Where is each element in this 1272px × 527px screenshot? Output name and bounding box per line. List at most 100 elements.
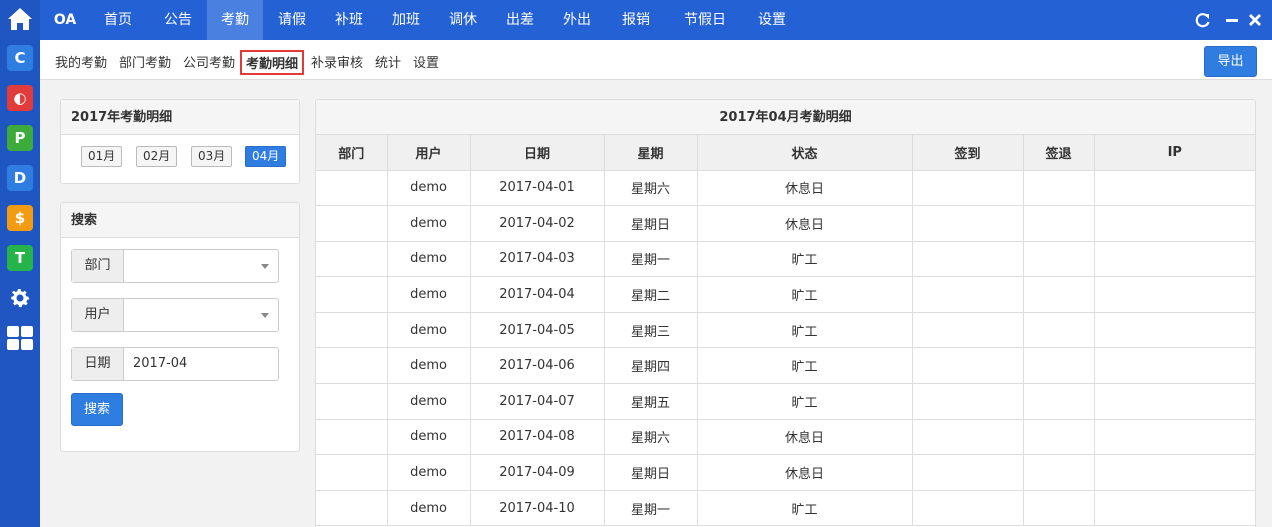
table-cell: 2017-04-07 xyxy=(470,383,605,420)
table-cell xyxy=(316,490,388,527)
search-button[interactable]: 搜索 xyxy=(71,393,123,426)
table-cell xyxy=(1023,454,1095,491)
column-header[interactable]: 部门 xyxy=(316,135,388,171)
nav-item-8[interactable]: 外出 xyxy=(549,0,605,40)
subnav-item-0[interactable]: 我的考勤 xyxy=(55,52,107,71)
column-header[interactable]: 日期 xyxy=(470,135,605,171)
date-label: 日期 xyxy=(72,348,124,380)
table-cell: 星期一 xyxy=(604,490,698,527)
table-cell xyxy=(1094,347,1255,385)
app-icon-6[interactable]: T xyxy=(7,245,33,271)
column-header[interactable]: 星期 xyxy=(604,135,698,171)
nav-item-2[interactable]: 考勤 xyxy=(207,0,263,40)
app-icon-1[interactable]: C xyxy=(7,45,33,71)
table-cell xyxy=(912,383,1024,420)
month-button-2[interactable]: 02月 xyxy=(136,146,178,167)
table-cell xyxy=(1023,241,1095,278)
table-cell xyxy=(1023,312,1095,349)
month-button-3[interactable]: 03月 xyxy=(191,146,233,167)
column-header[interactable]: 签到 xyxy=(912,135,1024,171)
app-icon-5[interactable]: $ xyxy=(7,205,33,231)
table-cell xyxy=(912,419,1024,456)
chevron-down-icon[interactable] xyxy=(261,313,269,318)
table-row[interactable]: demo 2017-04-01 星期六 休息日 xyxy=(316,170,1255,207)
dept-select[interactable]: 部门 xyxy=(71,249,279,283)
app-icon-2[interactable]: ◐ xyxy=(7,85,33,111)
refresh-icon[interactable] xyxy=(1193,10,1213,30)
year-panel: 2017年考勤明细 01月 02月 03月 04月 xyxy=(60,99,300,184)
table-cell: demo xyxy=(387,312,471,349)
grid-icon[interactable] xyxy=(7,326,33,350)
app-icon-3[interactable]: P xyxy=(7,125,33,151)
nav-item-3[interactable]: 请假 xyxy=(264,0,320,40)
nav-item-9[interactable]: 报销 xyxy=(606,0,666,40)
month-button-1[interactable]: 01月 xyxy=(81,146,123,167)
column-header[interactable]: 用户 xyxy=(387,135,471,171)
table-cell: 2017-04-01 xyxy=(470,170,605,207)
table-cell: 星期二 xyxy=(604,276,698,313)
date-input[interactable]: 2017-04 xyxy=(124,348,278,380)
chevron-down-icon[interactable] xyxy=(261,264,269,269)
table-cell: 星期五 xyxy=(604,383,698,420)
column-header[interactable]: IP xyxy=(1094,135,1255,171)
nav-item-5[interactable]: 加班 xyxy=(378,0,434,40)
table-cell xyxy=(1094,205,1255,242)
table-cell: 2017-04-05 xyxy=(470,312,605,349)
table-cell: demo xyxy=(387,347,471,385)
table-cell: demo xyxy=(387,383,471,420)
subnav-item-4[interactable]: 补录审核 xyxy=(311,52,363,71)
nav-item-0[interactable]: 首页 xyxy=(90,0,146,40)
nav-item-10[interactable]: 节假日 xyxy=(667,0,743,40)
table-row[interactable]: demo 2017-04-05 星期三 旷工 xyxy=(316,312,1255,349)
column-header[interactable]: 状态 xyxy=(697,135,913,171)
table-row[interactable]: demo 2017-04-03 星期一 旷工 xyxy=(316,241,1255,278)
table-cell: 2017-04-06 xyxy=(470,347,605,385)
table-cell: 旷工 xyxy=(697,241,913,278)
table-row[interactable]: demo 2017-04-10 星期一 旷工 xyxy=(316,490,1255,527)
table-cell: 休息日 xyxy=(697,205,913,242)
close-icon[interactable] xyxy=(1245,10,1265,30)
table-row[interactable]: demo 2017-04-04 星期二 旷工 xyxy=(316,276,1255,313)
gear-icon[interactable] xyxy=(8,286,32,310)
subnav-item-2[interactable]: 公司考勤 xyxy=(183,52,235,71)
subnav-item-5[interactable]: 统计 xyxy=(375,52,401,71)
table-cell: 2017-04-02 xyxy=(470,205,605,242)
month-button-4[interactable]: 04月 xyxy=(245,146,287,167)
attendance-table: 部门 用户 日期 星期 状态 签到 签退 IP demo 2017-04-01 星期六 休息日 dem… xyxy=(316,135,1255,527)
table-row[interactable]: demo 2017-04-09 星期日 休息日 xyxy=(316,454,1255,491)
nav-item-11[interactable]: 设置 xyxy=(744,0,800,40)
brand-logo[interactable]: OA xyxy=(40,0,90,40)
table-cell xyxy=(912,276,1024,313)
table-row[interactable]: demo 2017-04-02 星期日 休息日 xyxy=(316,205,1255,242)
table-cell xyxy=(912,347,1024,385)
table-cell: 星期一 xyxy=(604,241,698,278)
table-cell xyxy=(316,419,388,456)
minimize-icon[interactable] xyxy=(1222,10,1242,30)
table-cell: demo xyxy=(387,454,471,491)
nav-item-1[interactable]: 公告 xyxy=(150,0,206,40)
table-cell: 星期六 xyxy=(604,170,698,207)
nav-item-7[interactable]: 出差 xyxy=(492,0,548,40)
table-cell xyxy=(1023,205,1095,242)
search-panel-title: 搜索 xyxy=(61,203,299,238)
export-button[interactable]: 导出 xyxy=(1204,46,1257,77)
date-field[interactable]: 日期 2017-04 xyxy=(71,347,279,381)
subnav-item-6[interactable]: 设置 xyxy=(413,52,439,71)
table-cell: 旷工 xyxy=(697,490,913,527)
nav-item-6[interactable]: 调休 xyxy=(435,0,491,40)
table-cell: demo xyxy=(387,170,471,207)
user-select[interactable]: 用户 xyxy=(71,298,279,332)
table-cell: 星期六 xyxy=(604,419,698,456)
table-row[interactable]: demo 2017-04-07 星期五 旷工 xyxy=(316,383,1255,420)
table-row[interactable]: demo 2017-04-06 星期四 旷工 xyxy=(316,347,1255,385)
column-header[interactable]: 签退 xyxy=(1023,135,1095,171)
subnav-item-1[interactable]: 部门考勤 xyxy=(119,52,171,71)
search-panel: 搜索 部门 用户 日期 2017-04 搜索 xyxy=(60,202,300,452)
subnav-item-3[interactable]: 考勤明细 xyxy=(240,50,305,75)
table-cell: 旷工 xyxy=(697,312,913,349)
nav-item-4[interactable]: 补班 xyxy=(321,0,377,40)
table-cell xyxy=(912,205,1024,242)
home-icon[interactable] xyxy=(6,5,34,33)
table-row[interactable]: demo 2017-04-08 星期六 休息日 xyxy=(316,419,1255,456)
app-icon-4[interactable]: D xyxy=(7,165,33,191)
